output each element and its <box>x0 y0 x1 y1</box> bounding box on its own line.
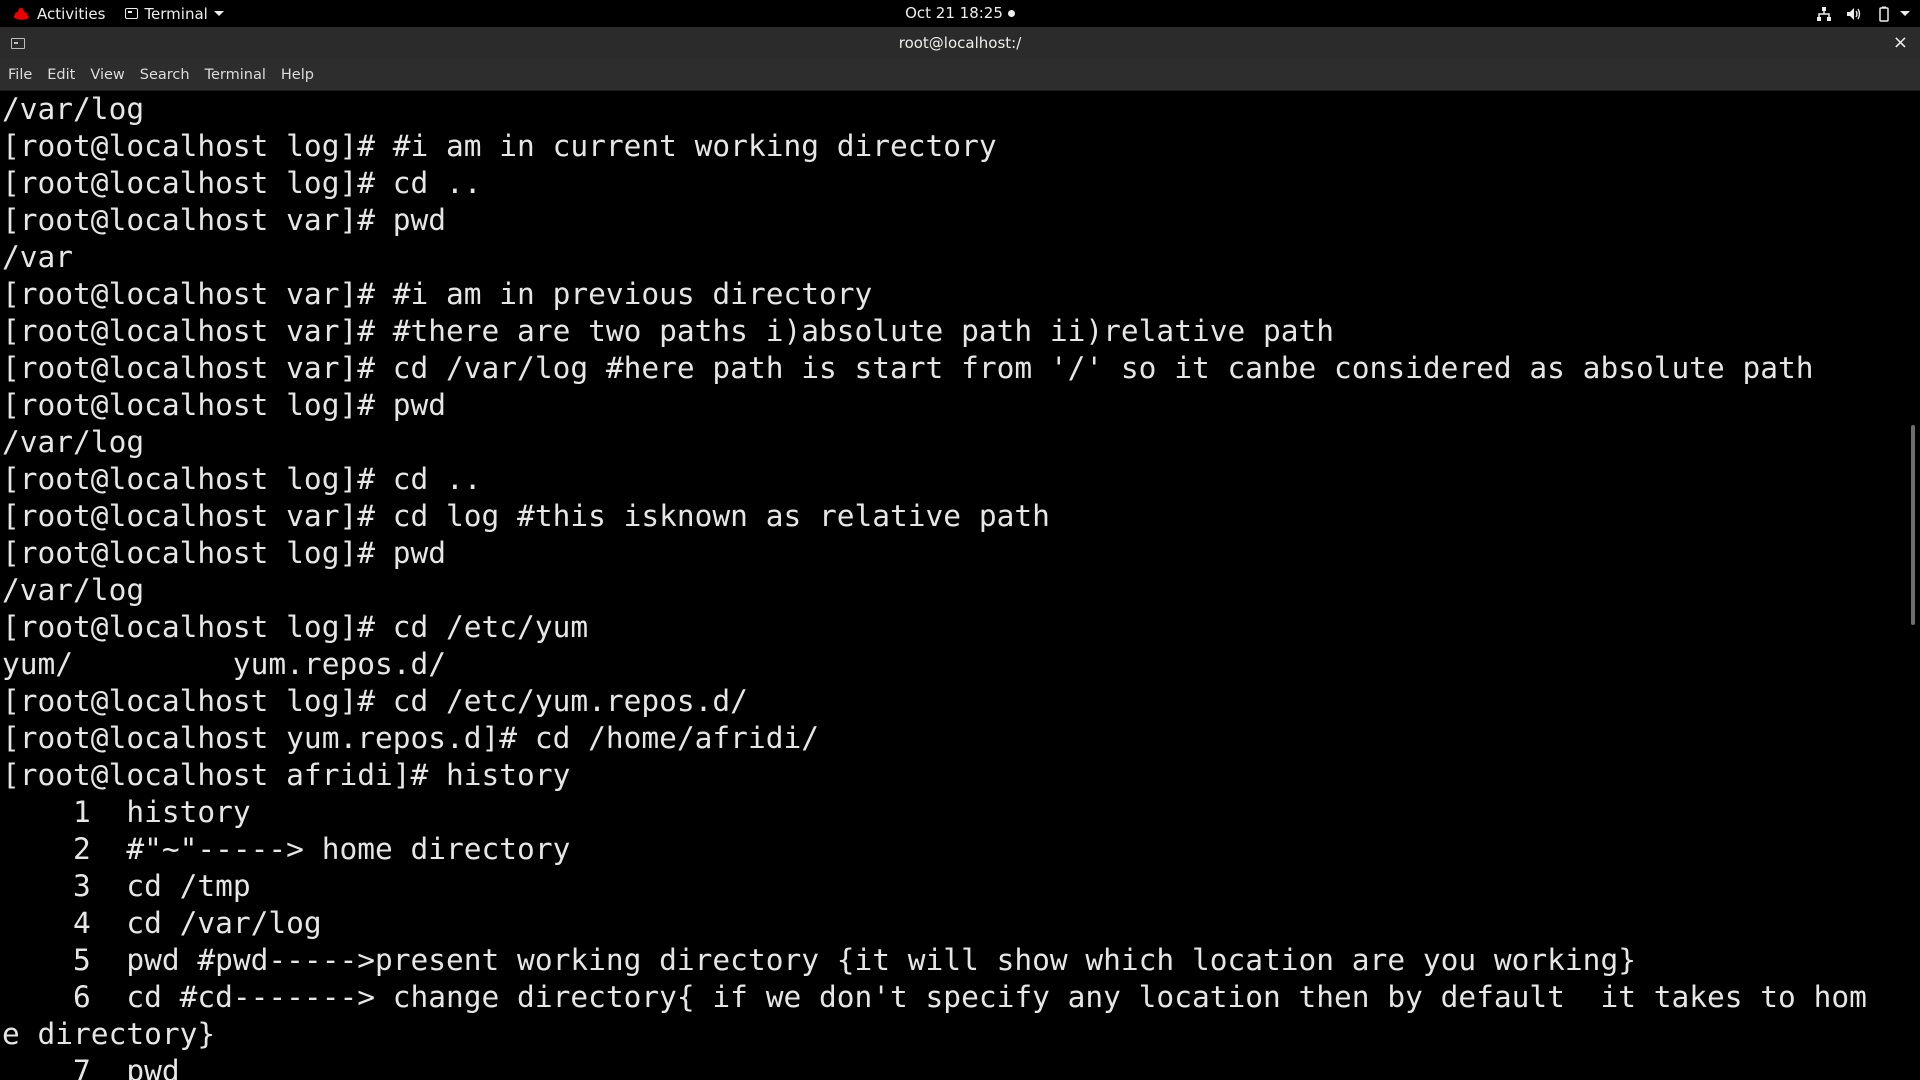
terminal-line: [root@localhost var]# #there are two pat… <box>2 314 1335 348</box>
terminal-line: [root@localhost log]# cd .. <box>2 166 482 200</box>
battery-icon <box>1879 6 1889 22</box>
terminal-line: [root@localhost log]# cd /etc/yum.repos.… <box>2 684 748 718</box>
chevron-down-icon <box>213 11 224 16</box>
terminal-line: 3 cd /tmp <box>2 869 251 903</box>
terminal-line: [root@localhost log]# cd .. <box>2 462 482 496</box>
menu-search[interactable]: Search <box>132 59 197 91</box>
terminal-line: [root@localhost log]# pwd <box>2 388 447 422</box>
menu-help[interactable]: Help <box>273 59 321 91</box>
clock-label: Oct 21 18:25 <box>905 4 1003 22</box>
app-menu-button[interactable]: Terminal <box>125 0 224 27</box>
app-menu-label: Terminal <box>144 4 208 23</box>
activities-button[interactable]: Activities <box>12 0 105 27</box>
terminal-line: [root@localhost log]# #i am in current w… <box>2 129 997 163</box>
terminal-line: [root@localhost log]# cd /etc/yum <box>2 610 589 644</box>
terminal-line: [root@localhost yum.repos.d]# cd /home/a… <box>2 721 819 755</box>
volume-icon <box>1847 7 1861 20</box>
notification-dot-icon <box>1007 10 1015 17</box>
terminal-line: [root@localhost afridi]# history <box>2 758 571 792</box>
menu-edit[interactable]: Edit <box>39 59 82 91</box>
scrollbar-thumb[interactable] <box>1911 425 1915 625</box>
terminal-line: 4 cd /var/log <box>2 906 322 940</box>
clock-button[interactable]: Oct 21 18:25 <box>905 4 1015 22</box>
menu-file[interactable]: File <box>0 59 39 91</box>
menu-view[interactable]: View <box>82 59 131 91</box>
gnome-top-bar: Activities Terminal Oct 21 18:25 <box>0 0 1920 27</box>
terminal-line: 2 #"~"-----> home directory <box>2 832 571 866</box>
terminal-line: [root@localhost var]# cd /var/log #here … <box>2 351 1814 385</box>
terminal-line: [root@localhost var]# pwd <box>2 203 447 237</box>
window-title: root@localhost:/ <box>898 34 1022 52</box>
terminal-output[interactable]: /var/log [root@localhost log]# #i am in … <box>0 91 1906 1080</box>
terminal-line: /var/log <box>2 92 145 126</box>
menu-terminal[interactable]: Terminal <box>197 59 273 91</box>
system-menu-caret-icon <box>1900 11 1910 16</box>
terminal-line: /var/log <box>2 573 145 607</box>
terminal-line: [root@localhost log]# pwd <box>2 536 447 570</box>
activities-label: Activities <box>37 4 106 23</box>
terminal-menu-bar: File Edit View Search Terminal Help <box>0 59 1920 91</box>
terminal-line: 5 pwd #pwd----->present working director… <box>2 943 1636 977</box>
terminal-scrollbar[interactable] <box>1906 91 1920 1080</box>
close-window-button[interactable]: × <box>1893 27 1908 59</box>
terminal-line: [root@localhost var]# cd log #this iskno… <box>2 499 1050 533</box>
terminal-icon <box>125 8 139 19</box>
terminal-line: 7 pwd <box>2 1054 180 1080</box>
terminal-line: 1 history <box>2 795 251 829</box>
redhat-logo-icon <box>13 7 29 20</box>
terminal-line: yum/ yum.repos.d/ <box>2 647 447 681</box>
system-status-area[interactable] <box>1816 0 1910 27</box>
clock: Oct 21 18:25 <box>0 0 1920 27</box>
network-icon <box>1817 6 1831 21</box>
window-title-bar: root@localhost:/ × <box>0 27 1920 59</box>
terminal-line: [root@localhost var]# #i am in previous … <box>2 277 873 311</box>
terminal-line: /var <box>2 240 74 274</box>
terminal-line: /var/log <box>2 425 145 459</box>
terminal-line: e directory} <box>2 1017 216 1051</box>
terminal-line: 6 cd #cd-------> change directory{ if we… <box>2 980 1867 1014</box>
